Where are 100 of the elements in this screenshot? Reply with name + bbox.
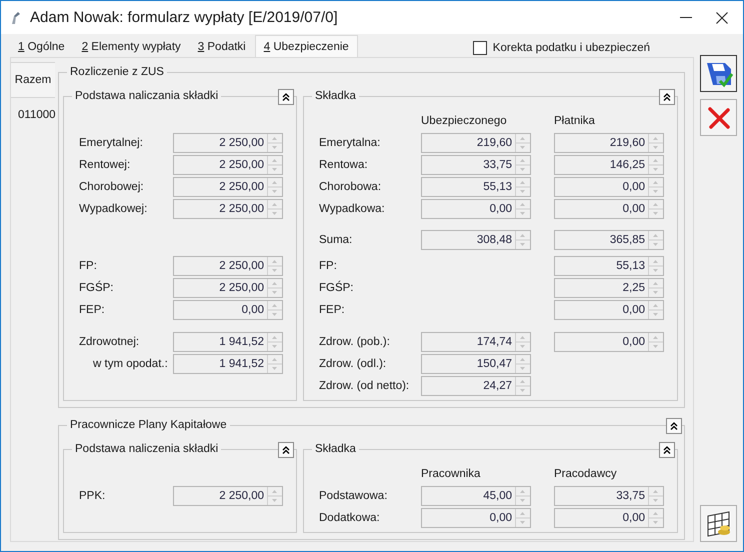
spinner-icon [648,231,663,249]
number-field[interactable]: 2 250,00 [173,486,283,506]
spinner-icon [515,178,530,196]
field-label: FEP: [79,304,106,316]
spinner-icon [267,355,282,373]
field-label: Podstawowa: [319,490,388,502]
field-label: Zdrow. (od netto): [319,380,410,392]
number-field[interactable]: 55,13 [421,177,531,197]
spinner-icon [267,301,282,319]
spinner-icon [267,279,282,297]
field-label: PPK: [79,490,106,502]
number-field[interactable]: 2,25 [554,278,664,298]
field-label: w tym opodat.: [92,358,169,370]
spinner-icon [267,156,282,174]
group-title: Pracownicze Plany Kapitałowe [67,418,230,433]
collapse-button[interactable] [278,89,294,105]
number-field[interactable]: 219,60 [421,133,531,153]
spinner-icon [515,231,530,249]
field-label: FEP: [319,304,346,316]
field-label: Dodatkowa: [319,512,381,524]
number-field[interactable]: 0,00 [421,508,531,528]
number-field[interactable]: 0,00 [554,332,664,352]
number-field[interactable]: 0,00 [421,199,531,219]
number-field[interactable]: 174,74 [421,332,531,352]
spinner-icon [648,279,663,297]
number-field[interactable]: 2 250,00 [173,133,283,153]
spinner-icon [648,487,663,505]
field-label: Emerytalna: [319,137,382,149]
spinner-icon [648,301,663,319]
field-label: Emerytalnej: [79,137,144,149]
number-field[interactable]: 0,00 [554,177,664,197]
table-button[interactable] [700,505,737,542]
table-coins-icon [704,510,732,538]
cancel-button[interactable] [700,99,737,136]
number-field[interactable]: 55,13 [554,256,664,276]
field-label: Chorobowej: [79,181,145,193]
field-label: Chorobowa: [319,181,382,193]
tab[interactable]: 4 Ubezpieczenie [254,35,358,57]
number-field[interactable]: 0,00 [554,199,664,219]
tab[interactable]: 3 Podatki [190,36,254,57]
spinner-icon [515,134,530,152]
collapse-button[interactable] [278,442,294,458]
number-field[interactable]: 24,27 [421,376,531,396]
spinner-icon [267,257,282,275]
spinner-icon [648,156,663,174]
number-field[interactable]: 146,25 [554,155,664,175]
spinner-icon [515,156,530,174]
number-field[interactable]: 365,85 [554,230,664,250]
number-field[interactable]: 1 941,52 [173,354,283,374]
field-label: FGŚP: [319,282,355,294]
column-header: Pracodawcy [554,467,618,481]
number-field[interactable]: 2 250,00 [173,278,283,298]
number-field[interactable]: 45,00 [421,486,531,506]
spinner-icon [267,134,282,152]
tab[interactable]: 1 Ogólne [10,36,73,57]
number-field[interactable]: 2 250,00 [173,256,283,276]
spinner-icon [267,200,282,218]
app-icon [9,10,21,24]
number-field[interactable]: 33,75 [554,486,664,506]
number-field[interactable]: 2 250,00 [173,177,283,197]
side-tab[interactable]: Razem [11,62,55,98]
checkbox-label: Korekta podatku i ubezpieczeń [492,42,650,54]
number-field[interactable]: 2 250,00 [173,155,283,175]
double-chevron-icon [663,446,671,454]
number-field[interactable]: 2 250,00 [173,199,283,219]
field-label: Rentowej: [79,159,132,171]
collapse-button[interactable] [659,442,675,458]
spinner-icon [648,509,663,527]
save-button[interactable] [700,55,737,92]
field-label: FGŚP: [79,282,115,294]
number-field[interactable]: 0,00 [554,508,664,528]
tab[interactable]: 2 Elementy wypłaty [74,36,189,57]
number-field[interactable]: 308,48 [421,230,531,250]
column-header: Płatnika [554,114,596,128]
number-field[interactable]: 0,00 [554,300,664,320]
spinner-icon [267,487,282,505]
spinner-icon [515,333,530,351]
cross-icon [706,106,730,130]
number-field[interactable]: 1 941,52 [173,332,283,352]
field-label: Zdrowotnej: [79,336,140,348]
spinner-icon [648,200,663,218]
collapse-button[interactable] [659,89,675,105]
double-chevron-icon [282,93,290,101]
field-label: Zdrow. (pob.): [319,336,391,348]
number-field[interactable]: 150,47 [421,354,531,374]
collapse-button[interactable] [666,418,682,434]
checkbox[interactable] [472,40,487,54]
spinner-icon [648,333,663,351]
spinner-icon [515,200,530,218]
field-label: Rentowa: [319,159,369,171]
number-field[interactable]: 33,75 [421,155,531,175]
double-chevron-icon [282,446,290,454]
spinner-icon [515,377,530,395]
field-label: Suma: [319,234,354,246]
spinner-icon [267,178,282,196]
double-chevron-icon [670,422,678,430]
close-icon [716,12,728,24]
window-title: Adam Nowak: formularz wypłaty [E/2019/07/0] [30,9,339,26]
number-field[interactable]: 0,00 [173,300,283,320]
number-field[interactable]: 219,60 [554,133,664,153]
